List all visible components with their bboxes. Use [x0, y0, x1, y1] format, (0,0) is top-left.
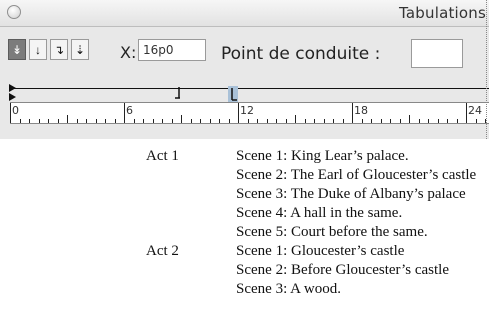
ruler-label: 24: [468, 104, 482, 117]
right-align-tab-button[interactable]: ↴: [50, 39, 68, 60]
ruler-tick: [219, 119, 220, 123]
scene-line: Scene 1: Gloucester’s castle: [236, 243, 405, 259]
ruler-tick: [399, 119, 401, 123]
first-line-indent-marker[interactable]: [8, 83, 18, 103]
scene-line: Scene 1: King Lear’s palace.: [236, 148, 409, 164]
tabs-panel: Tabulations ↡ ↓ ↴ ⇣ X: 16p0 Point de condui…: [0, 0, 489, 139]
ruler-tick: [437, 119, 439, 123]
ruler-tick: [361, 119, 363, 123]
ruler-tick: [257, 119, 258, 123]
ruler-major-tick: [352, 103, 353, 123]
ruler-tick: [409, 115, 410, 123]
ruler-tick: [29, 119, 30, 123]
ruler-tick: [333, 119, 334, 123]
ruler[interactable]: 0 6 12 18 24: [10, 102, 489, 124]
x-position-input[interactable]: 16p0: [138, 39, 206, 61]
ruler-label: 18: [354, 104, 368, 117]
ruler-label: 6: [126, 104, 133, 117]
ruler-major-tick: [238, 103, 239, 123]
ruler-tick: [190, 119, 192, 123]
left-align-tab-button[interactable]: ↡: [8, 39, 26, 60]
ruler-tick: [371, 119, 372, 123]
tab-ruler-area[interactable]: 0 6 12 18 24: [8, 83, 489, 139]
leader-label: Point de conduite :: [221, 44, 381, 64]
ruler-tick: [57, 119, 59, 123]
ruler-major-tick: [466, 103, 467, 123]
ruler-tick: [209, 119, 211, 123]
ruler-tick: [447, 119, 448, 123]
ruler-label: 12: [240, 104, 254, 117]
scene-line: Scene 3: A wood.: [236, 281, 341, 297]
center-align-tab-button[interactable]: ↓: [29, 39, 47, 60]
ruler-tick: [456, 119, 458, 123]
panel-edge: [486, 0, 487, 139]
ruler-tick: [276, 119, 277, 123]
ruler-tick: [171, 119, 173, 123]
ruler-tick: [48, 119, 49, 123]
ruler-tick: [143, 119, 144, 123]
scene-line: Scene 3: The Duke of Albany’s palace: [236, 186, 466, 202]
ruler-tick: [323, 119, 325, 123]
ruler-tick: [152, 119, 154, 123]
ruler-tick: [380, 119, 382, 123]
decimal-align-tab-button[interactable]: ⇣: [71, 39, 89, 60]
tab-stop-bar[interactable]: [10, 88, 489, 89]
ruler-tick: [475, 119, 477, 123]
ruler-tick: [19, 119, 21, 123]
ruler-tick: [200, 119, 201, 123]
ruler-tick: [162, 119, 163, 123]
ruler-tick: [390, 119, 391, 123]
ruler-tick: [95, 119, 97, 123]
ruler-tick: [38, 119, 40, 123]
ruler-tick: [133, 119, 135, 123]
document-text[interactable]: Act 1 Scene 1: King Lear’s palace. Scene 2…: [0, 140, 489, 316]
act-heading: Act 2: [146, 243, 179, 259]
close-button[interactable]: [7, 5, 21, 19]
ruler-tick: [228, 119, 230, 123]
ruler-tick: [304, 119, 306, 123]
ruler-label: 0: [12, 104, 19, 117]
scene-line: Scene 2: Before Gloucester’s castle: [236, 262, 449, 278]
scene-line: Scene 2: The Earl of Gloucester’s castle: [236, 167, 477, 183]
tab-stop-marker[interactable]: [174, 87, 184, 101]
ruler-tick: [342, 119, 344, 123]
window-title: Tabulations: [399, 4, 487, 22]
ruler-tick: [418, 119, 420, 123]
ruler-tick: [266, 119, 268, 123]
ruler-tick: [285, 119, 287, 123]
title-bar[interactable]: Tabulations: [0, 0, 489, 27]
ruler-tick: [105, 119, 106, 123]
ruler-tick: [181, 115, 182, 123]
scene-line: Scene 4: A hall in the same.: [236, 205, 403, 221]
ruler-tick: [76, 119, 78, 123]
ruler-major-tick: [124, 103, 125, 123]
ruler-tick: [295, 115, 296, 123]
ruler-tick: [114, 119, 116, 123]
leader-input[interactable]: [411, 39, 463, 68]
ruler-tick: [428, 119, 429, 123]
act-heading: Act 1: [146, 148, 179, 164]
scene-line: Scene 5: Court before the same.: [236, 224, 428, 240]
tab-toolbar: ↡ ↓ ↴ ⇣ X: 16p0 Point de conduite :: [0, 27, 489, 82]
ruler-tick: [67, 115, 68, 123]
ruler-tick: [86, 119, 87, 123]
ruler-tick: [247, 119, 249, 123]
x-position-label: X:: [120, 43, 137, 62]
ruler-major-tick: [10, 103, 11, 123]
ruler-tick: [314, 119, 315, 123]
